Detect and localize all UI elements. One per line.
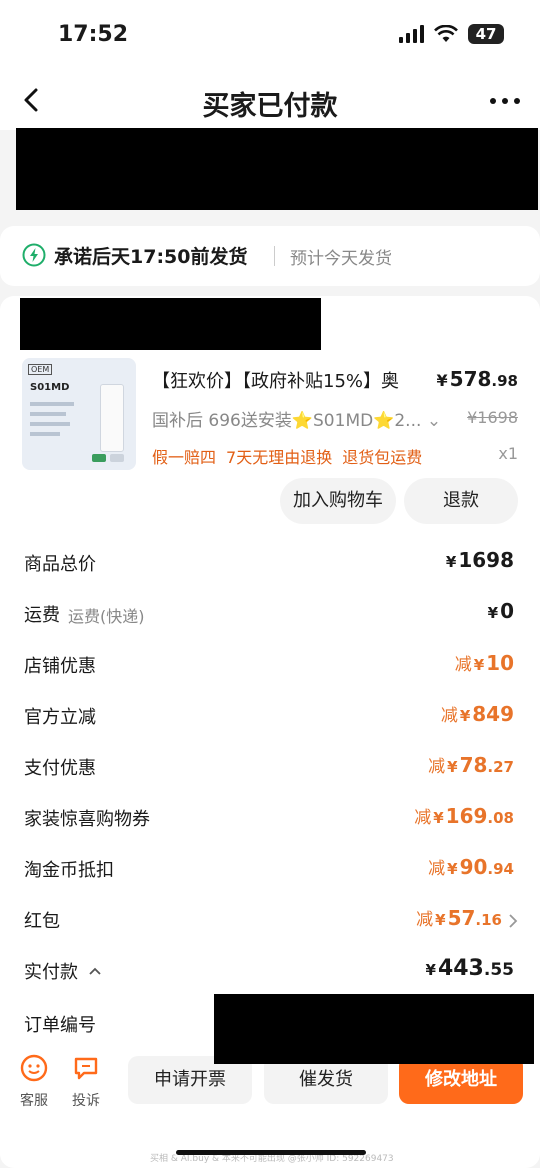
nav-bar: 买家已付款 bbox=[0, 70, 540, 130]
ship-deadline: 承诺后天17:50前发货 bbox=[54, 246, 248, 268]
shipping-fee-value: ¥0 bbox=[487, 599, 514, 623]
complaint-icon bbox=[74, 1057, 98, 1080]
product-title[interactable]: 【狂欢价】【政府补贴15%】奥 bbox=[152, 367, 399, 393]
row-shipping-fee: 运费 运费(快递) ¥0 bbox=[24, 599, 514, 626]
product-sku[interactable]: 国补后 696送安装⭐S01MD⭐2... ⌄ bbox=[152, 406, 441, 431]
row-amount-paid[interactable]: 实付款 ¥443.55 bbox=[0, 952, 540, 992]
chevron-down-icon: ⌄ bbox=[426, 411, 442, 431]
brand-logo: OEM bbox=[28, 364, 53, 375]
lightning-icon bbox=[22, 243, 46, 267]
product-unit-graphic bbox=[100, 384, 124, 452]
row-red-packet[interactable]: 红包 减 ¥57.16 bbox=[0, 901, 540, 941]
ship-estimate: 预计今天发货 bbox=[290, 249, 392, 269]
amount-paid-value: ¥443.55 bbox=[425, 956, 515, 981]
page-title: 买家已付款 bbox=[202, 91, 338, 122]
chevron-right-icon bbox=[509, 914, 518, 928]
home-coupon-value: 减 ¥169.08 bbox=[414, 804, 514, 828]
service-tags: 假一赔四 7天无理由退换 退货包运费 bbox=[152, 444, 422, 468]
row-shop-discount: 店铺优惠 减 ¥10 bbox=[24, 651, 514, 677]
home-indicator bbox=[176, 1150, 366, 1155]
product-price: ¥578.98 bbox=[436, 367, 518, 391]
shipping-promise: 承诺后天17:50前发货 预计今天发货 bbox=[0, 226, 540, 286]
add-to-cart-button[interactable]: 加入购物车 bbox=[280, 478, 396, 524]
shop-discount-value: 减 ¥10 bbox=[454, 651, 514, 675]
product-image[interactable]: OEM S01MD bbox=[22, 358, 136, 470]
product-quantity: x1 bbox=[498, 444, 518, 463]
tag-fake-compensation: 假一赔四 bbox=[152, 448, 217, 467]
customer-service-icon bbox=[20, 1054, 48, 1082]
official-discount-value: 减 ¥849 bbox=[440, 702, 514, 726]
complain-button[interactable]: 投诉 bbox=[66, 1054, 106, 1110]
divider bbox=[274, 246, 275, 266]
more-options-icon[interactable] bbox=[490, 98, 520, 104]
status-time: 17:52 bbox=[58, 22, 129, 47]
wifi-icon bbox=[434, 25, 458, 42]
row-coin-deduction: 淘金币抵扣 减 ¥90.94 bbox=[24, 855, 514, 881]
cellular-signal-icon bbox=[399, 25, 424, 43]
coin-deduction-value: 减 ¥90.94 bbox=[428, 855, 514, 879]
shipping-method: 运费(快递) bbox=[68, 607, 145, 626]
thumb-model-label: S01MD bbox=[30, 382, 70, 393]
customer-service-button[interactable]: 客服 bbox=[14, 1054, 54, 1110]
refund-button[interactable]: 退款 bbox=[404, 478, 518, 524]
payment-discount-value: 减 ¥78.27 bbox=[428, 753, 514, 777]
row-item-total: 商品总价 ¥1698 bbox=[24, 548, 514, 575]
chevron-up-icon bbox=[89, 967, 101, 975]
redacted-address bbox=[16, 128, 538, 210]
item-total-value: ¥1698 bbox=[445, 548, 514, 572]
status-icons: 47 bbox=[399, 24, 504, 44]
redacted-shop-name bbox=[20, 298, 321, 350]
redacted-order-number bbox=[214, 994, 534, 1064]
tag-return-shipping: 退货包运费 bbox=[342, 448, 423, 467]
customer-service-label: 客服 bbox=[20, 1093, 48, 1109]
row-official-discount: 官方立减 减 ¥849 bbox=[24, 702, 514, 728]
row-payment-discount: 支付优惠 减 ¥78.27 bbox=[24, 753, 514, 779]
original-price: ¥1698 bbox=[467, 408, 518, 427]
battery-level: 47 bbox=[468, 24, 504, 44]
complain-label: 投诉 bbox=[72, 1093, 100, 1109]
red-packet-value: 减 ¥57.16 bbox=[416, 906, 502, 930]
row-home-coupon: 家装惊喜购物券 减 ¥169.08 bbox=[24, 804, 514, 830]
tag-seven-day-return: 7天无理由退换 bbox=[226, 448, 333, 467]
status-bar: 17:52 47 bbox=[0, 0, 540, 70]
